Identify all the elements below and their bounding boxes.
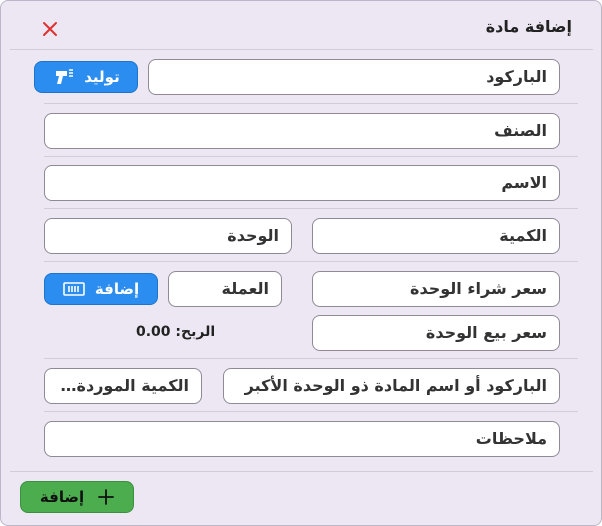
divider xyxy=(44,411,578,412)
profit-display: الربح: 0.00 xyxy=(136,324,215,340)
larger-unit-field[interactable]: الباركود أو اسم المادة ذو الوحدة الأكبر xyxy=(223,368,560,404)
generate-button[interactable]: توليد xyxy=(34,61,138,93)
profit-value: 0.00 xyxy=(136,324,171,340)
add-currency-button-label: إضافة xyxy=(94,280,140,298)
close-button[interactable] xyxy=(39,18,61,40)
add-item-button[interactable]: إضافة xyxy=(20,481,134,513)
dialog-title: إضافة مادة xyxy=(485,17,572,36)
divider xyxy=(44,156,578,157)
money-icon xyxy=(63,282,85,296)
unit-sale-price-field[interactable]: سعر بيع الوحدة xyxy=(312,315,560,351)
divider xyxy=(10,49,593,50)
add-item-dialog: إضافة مادة الباركود توليد الصنف الاسم ال… xyxy=(0,0,602,526)
close-icon xyxy=(43,22,57,36)
barcode-scanner-icon xyxy=(56,69,74,84)
generate-button-label: توليد xyxy=(84,68,120,86)
divider xyxy=(44,261,578,262)
profit-label: الربح: xyxy=(175,324,216,340)
unit-purchase-price-field[interactable]: سعر شراء الوحدة xyxy=(312,271,560,307)
divider xyxy=(44,208,578,209)
supplied-quantity-field[interactable]: الكمية الموردة ... xyxy=(44,368,202,404)
unit-field[interactable]: الوحدة xyxy=(44,218,292,254)
add-currency-button[interactable]: إضافة xyxy=(44,273,158,305)
divider xyxy=(10,471,593,472)
divider xyxy=(44,358,578,359)
category-field[interactable]: الصنف xyxy=(44,113,560,149)
barcode-field[interactable]: الباركود xyxy=(148,59,560,95)
add-item-button-label: إضافة xyxy=(39,488,85,506)
currency-field[interactable]: العملة xyxy=(168,271,282,307)
notes-field[interactable]: ملاحظات xyxy=(44,421,560,457)
name-field[interactable]: الاسم xyxy=(44,165,560,201)
divider xyxy=(44,103,578,104)
plus-icon xyxy=(98,489,114,505)
quantity-field[interactable]: الكمية xyxy=(312,218,560,254)
